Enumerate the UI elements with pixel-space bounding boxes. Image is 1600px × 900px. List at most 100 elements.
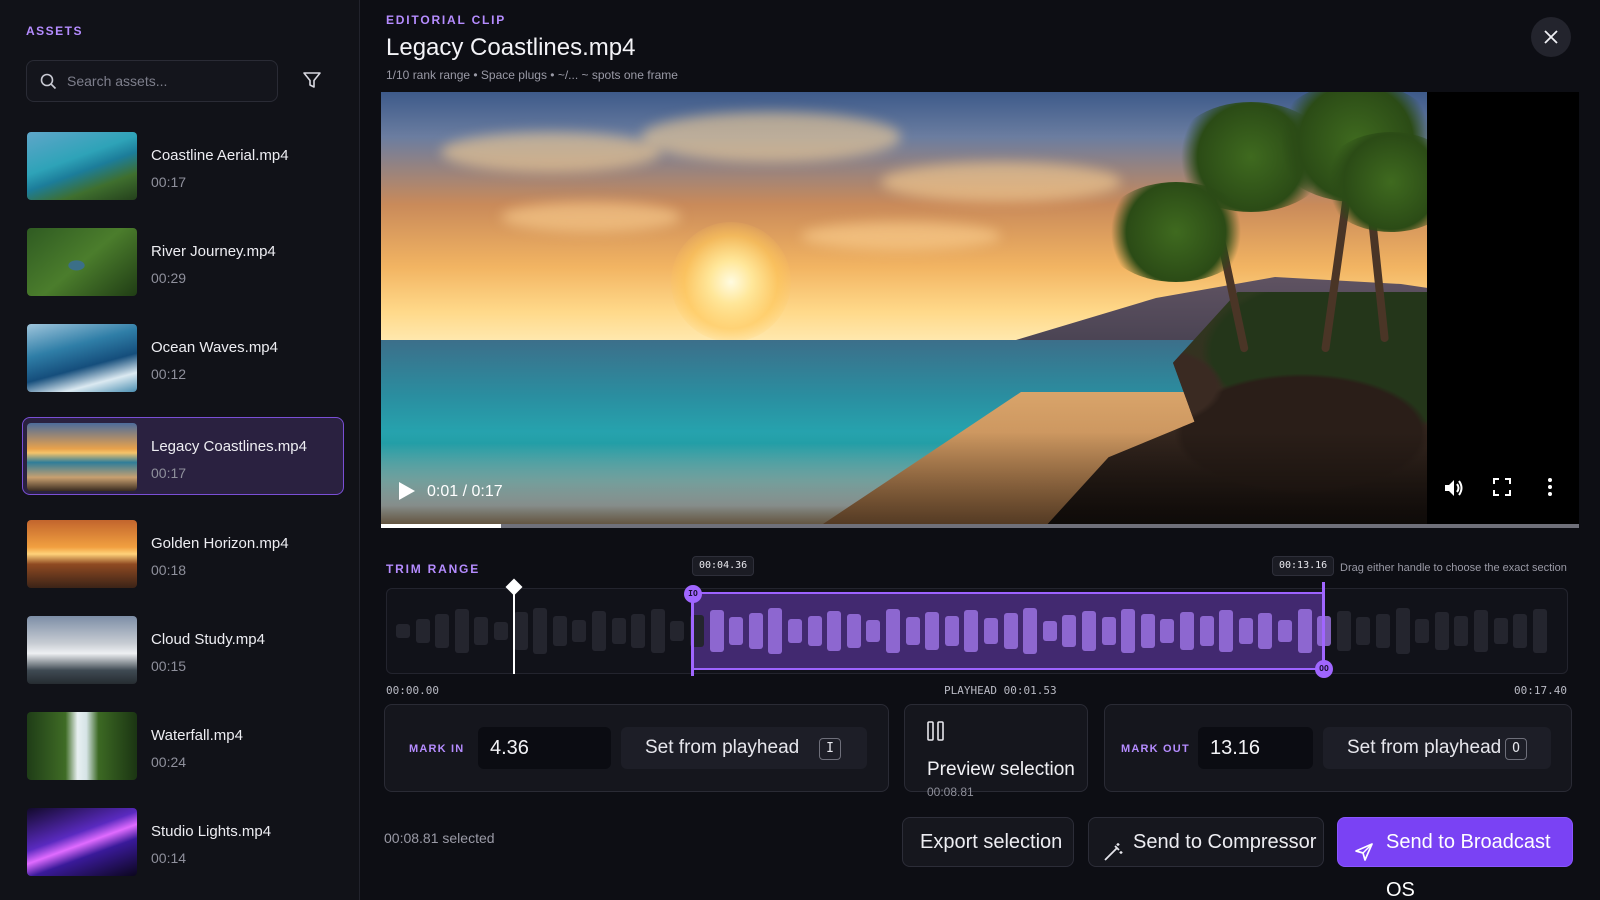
sidebar-title: ASSETS xyxy=(26,24,84,38)
waveform-bar xyxy=(1376,614,1390,648)
mark-in-shortcut: I xyxy=(819,738,841,760)
waveform-bar xyxy=(1121,609,1136,653)
export-selection-button[interactable]: Export selection xyxy=(902,817,1074,867)
waveform-bar xyxy=(396,624,410,638)
waveform-bar xyxy=(846,614,861,648)
asset-thumbnail xyxy=(27,324,137,392)
asset-thumbnail xyxy=(27,616,137,684)
mark-in-input[interactable]: 4.36 xyxy=(478,727,611,769)
asset-name: Studio Lights.mp4 xyxy=(151,823,272,840)
mark-out-handle[interactable] xyxy=(1322,582,1325,672)
waveform-bar xyxy=(611,618,626,644)
mark-in-set-label: Set from playhead xyxy=(645,737,800,758)
waveform-bar xyxy=(1434,612,1449,650)
fullscreen-icon xyxy=(1493,478,1511,496)
asset-name: River Journey.mp4 xyxy=(151,243,276,260)
waveform-bar xyxy=(768,608,783,654)
waveform-bar xyxy=(1415,619,1430,643)
waveform-bar xyxy=(1101,617,1116,645)
waveform-bar xyxy=(650,609,665,653)
video-timecode: 0:01 / 0:17 xyxy=(427,483,503,500)
preview-selection-label: Preview selection xyxy=(927,759,1075,780)
waveform-bar xyxy=(1042,621,1057,641)
asset-item-selected[interactable]: Legacy Coastlines.mp4 00:17 xyxy=(22,417,344,495)
asset-name: Waterfall.mp4 xyxy=(151,727,243,744)
mark-out-label: MARK OUT xyxy=(1121,743,1190,755)
magic-wand-icon xyxy=(1103,832,1123,880)
fullscreen-button[interactable] xyxy=(1491,476,1517,502)
waveform-bar xyxy=(1454,616,1469,646)
mark-out-knob[interactable]: OO xyxy=(1315,660,1333,678)
waveform-bar xyxy=(1474,610,1488,652)
waveform-bar xyxy=(1356,617,1371,645)
search-icon xyxy=(40,73,57,93)
asset-item[interactable]: Ocean Waves.mp4 00:12 xyxy=(22,318,344,396)
asset-item[interactable]: Cloud Study.mp4 00:15 xyxy=(22,610,344,688)
asset-duration: 00:18 xyxy=(151,562,187,578)
waveform-bar xyxy=(552,616,567,646)
asset-thumbnail xyxy=(27,228,137,296)
mark-in-set-from-playhead-button[interactable]: Set from playhead I xyxy=(621,727,867,769)
waveform-bar xyxy=(944,616,959,646)
waveform-bar xyxy=(729,617,744,645)
mark-out-panel: MARK OUT 13.16 Set from playhead O xyxy=(1104,704,1572,792)
send-to-compressor-button[interactable]: Send to Compressor xyxy=(1088,817,1324,867)
filter-icon[interactable] xyxy=(302,70,326,94)
send-to-compressor-label: Send to Compressor xyxy=(1133,831,1317,853)
send-icon xyxy=(1354,832,1374,880)
clip-eyebrow: EDITORIAL CLIP xyxy=(386,13,507,27)
playhead-time: PLAYHEAD 00:01.53 xyxy=(944,684,1057,697)
mark-in-handle[interactable] xyxy=(691,594,694,676)
waveform-bar xyxy=(1297,609,1312,653)
mark-in-knob[interactable]: IO xyxy=(684,585,702,603)
mark-out-input[interactable]: 13.16 xyxy=(1198,727,1313,769)
asset-name: Coastline Aerial.mp4 xyxy=(151,147,289,164)
selection-duration: 00:08.81 selected xyxy=(384,830,495,846)
waveform-bar xyxy=(964,610,979,652)
asset-duration: 00:14 xyxy=(151,850,187,866)
more-options-button[interactable] xyxy=(1539,476,1565,502)
mark-out-set-from-playhead-button[interactable]: Set from playhead O xyxy=(1323,727,1551,769)
mark-out-tag: 00:13.16 xyxy=(1272,556,1335,576)
asset-item[interactable]: Waterfall.mp4 00:24 xyxy=(22,706,344,784)
waveform-bar xyxy=(886,609,900,653)
asset-thumbnail xyxy=(27,808,137,876)
trim-range-label: TRIM RANGE xyxy=(386,562,480,576)
waveform-bar xyxy=(1278,620,1292,642)
close-button[interactable] xyxy=(1531,17,1571,57)
volume-button[interactable] xyxy=(1442,476,1468,502)
waveform-bar xyxy=(827,611,842,651)
waveform-bar xyxy=(788,619,802,643)
asset-item[interactable]: Studio Lights.mp4 00:14 xyxy=(22,802,344,880)
asset-thumbnail xyxy=(27,132,137,200)
asset-item[interactable]: Golden Horizon.mp4 00:18 xyxy=(22,514,344,592)
asset-duration: 00:17 xyxy=(151,465,187,481)
mark-in-panel: MARK IN 4.36 Set from playhead I xyxy=(384,704,889,792)
playhead[interactable] xyxy=(513,592,515,674)
pause-icon xyxy=(927,721,945,746)
mark-in-tag: 00:04.36 xyxy=(692,556,755,576)
preview-selection-button[interactable]: Preview selection 00:08.81 xyxy=(904,704,1088,799)
asset-thumbnail xyxy=(27,520,137,588)
play-icon xyxy=(399,482,415,500)
waveform-bar xyxy=(533,608,548,654)
waveform-bar xyxy=(1395,608,1410,654)
waveform-bar xyxy=(1082,611,1096,651)
waveform-bar xyxy=(1532,609,1547,653)
search-input[interactable]: Search assets... xyxy=(26,60,278,102)
mark-in-label: MARK IN xyxy=(409,743,465,755)
waveform-bar xyxy=(1199,616,1214,646)
more-vertical-icon xyxy=(1548,478,1552,496)
clip-subtitle: 1/10 rank range • Space plugs • ~/... ~ … xyxy=(386,68,678,82)
waveform-bar xyxy=(454,609,469,653)
video-player[interactable]: 0:01 / 0:17 xyxy=(381,92,1579,528)
video-progress-bar[interactable] xyxy=(381,524,1579,528)
asset-item[interactable]: Coastline Aerial.mp4 00:17 xyxy=(22,126,344,204)
waveform-bar xyxy=(905,617,920,645)
volume-icon xyxy=(1445,480,1463,496)
asset-item[interactable]: River Journey.mp4 00:29 xyxy=(22,222,344,300)
asset-name: Golden Horizon.mp4 xyxy=(151,535,289,552)
send-to-broadcast-button[interactable]: Send to Broadcast OS xyxy=(1337,817,1573,900)
asset-sidebar: ASSETS Search assets... Coastline Aerial… xyxy=(0,0,360,900)
play-button[interactable] xyxy=(395,480,417,502)
